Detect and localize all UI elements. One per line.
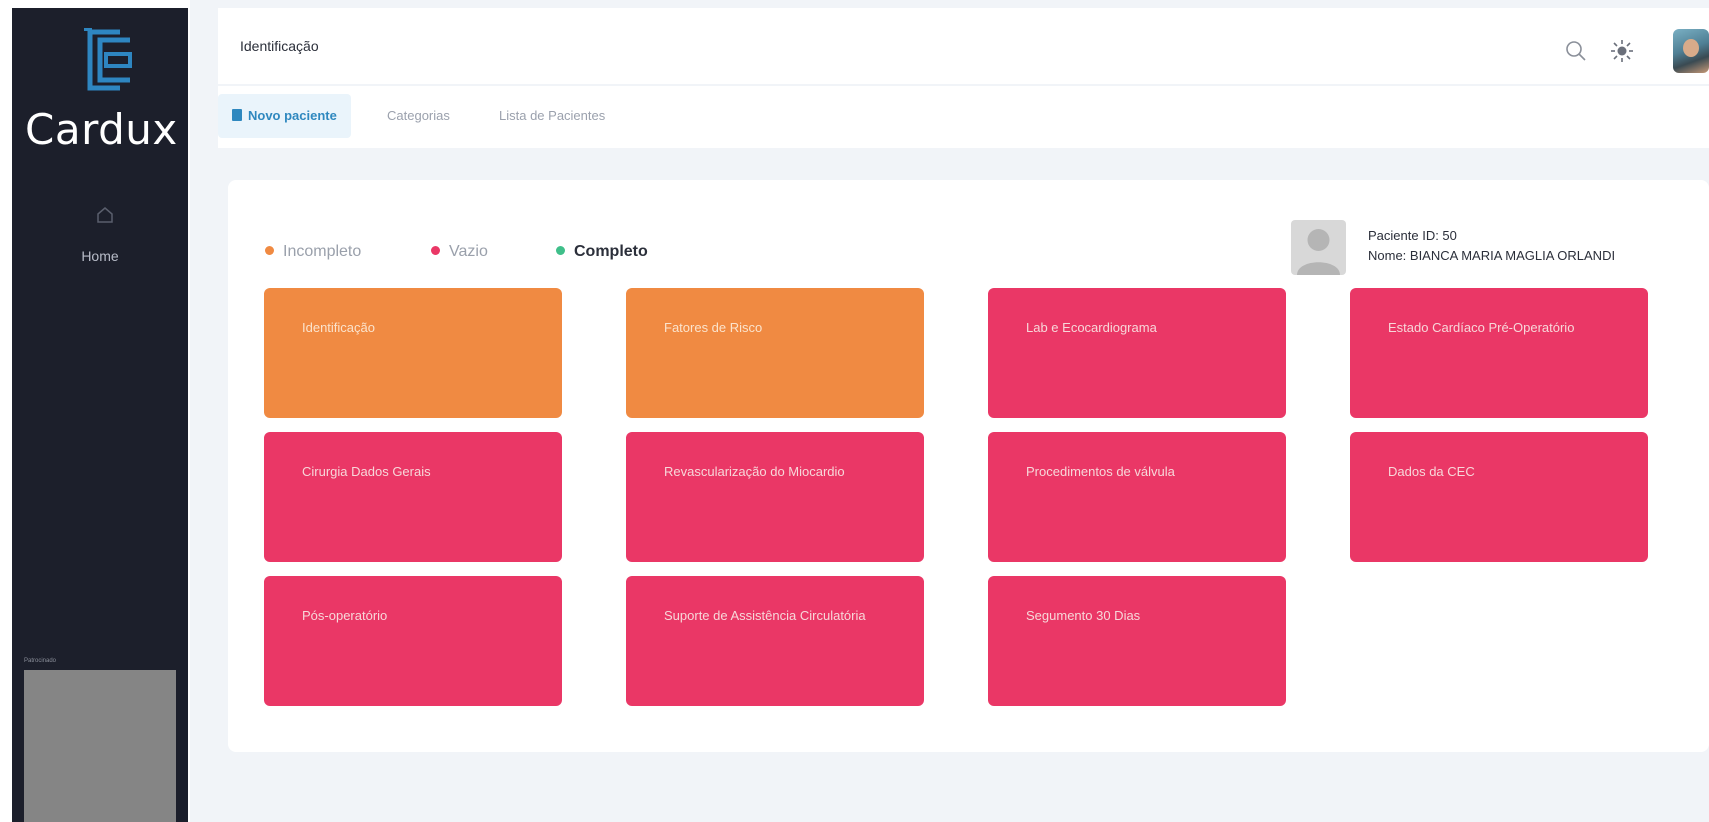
category-tile-dados-cec[interactable]: Dados da CEC (1350, 432, 1648, 562)
nav-item-home[interactable]: Home (12, 248, 188, 264)
legend-dot (265, 246, 274, 255)
user-avatar[interactable] (1673, 29, 1709, 73)
category-tile-procedimentos-valvula[interactable]: Procedimentos de válvula (988, 432, 1286, 562)
categories-card: Incompleto Vazio Completo Paciente ID: 5… (228, 180, 1709, 752)
legend-label: Incompleto (283, 243, 362, 260)
legend-vazio: Vazio (431, 243, 488, 261)
legend-label: Vazio (449, 243, 488, 260)
brand-name: Cardux (25, 105, 178, 154)
page-title: Identificação (240, 38, 319, 54)
patient-id: Paciente ID: 50 (1368, 228, 1457, 243)
sun-icon[interactable] (1609, 38, 1635, 69)
top-bar: Identificação (218, 8, 1709, 84)
category-tile-fatores-de-risco[interactable]: Fatores de Risco (626, 288, 924, 418)
legend-dot (431, 246, 440, 255)
category-tile-cirurgia-dados-gerais[interactable]: Cirurgia Dados Gerais (264, 432, 562, 562)
legend-dot (556, 246, 565, 255)
home-icon[interactable] (96, 206, 114, 229)
category-tile-identificacao[interactable]: Identificação (264, 288, 562, 418)
patient-name: Nome: BIANCA MARIA MAGLIA ORLANDI (1368, 248, 1616, 263)
thumbnail-image (24, 670, 176, 822)
tab-lista-de-pacientes[interactable]: Lista de Pacientes (485, 94, 619, 138)
tab-bar: Novo paciente Categorias Lista de Pacien… (218, 86, 1709, 148)
legend-completo: Completo (556, 243, 648, 261)
category-tile-segumento-30-dias[interactable]: Segumento 30 Dias (988, 576, 1286, 706)
tab-novo-paciente[interactable]: Novo paciente (218, 94, 351, 138)
patient-info: Paciente ID: 50 Nome: BIANCA MARIA MAGLI… (1368, 226, 1615, 266)
search-icon[interactable] (1565, 40, 1587, 67)
sidebar: Cardux Home Patrocinado (12, 8, 188, 822)
legend-label: Completo (574, 243, 648, 260)
patient-avatar-icon (1291, 220, 1346, 275)
cardux-logo-icon (80, 26, 146, 99)
category-tile-pos-operatorio[interactable]: Pós-operatório (264, 576, 562, 706)
category-tile-estado-cardiaco[interactable]: Estado Cardíaco Pré-Operatório (1350, 288, 1648, 418)
legend-incompleto: Incompleto (265, 243, 361, 261)
tab-categorias[interactable]: Categorias (373, 94, 464, 138)
document-icon (232, 109, 242, 121)
category-tile-revascularizacao[interactable]: Revascularização do Miocardio (626, 432, 924, 562)
category-tile-suporte-assistencia[interactable]: Suporte de Assistência Circulatória (626, 576, 924, 706)
tab-label: Novo paciente (248, 108, 337, 123)
thumbnail-caption: Patrocinado (24, 658, 57, 664)
category-tile-lab-ecocardiograma[interactable]: Lab e Ecocardiograma (988, 288, 1286, 418)
